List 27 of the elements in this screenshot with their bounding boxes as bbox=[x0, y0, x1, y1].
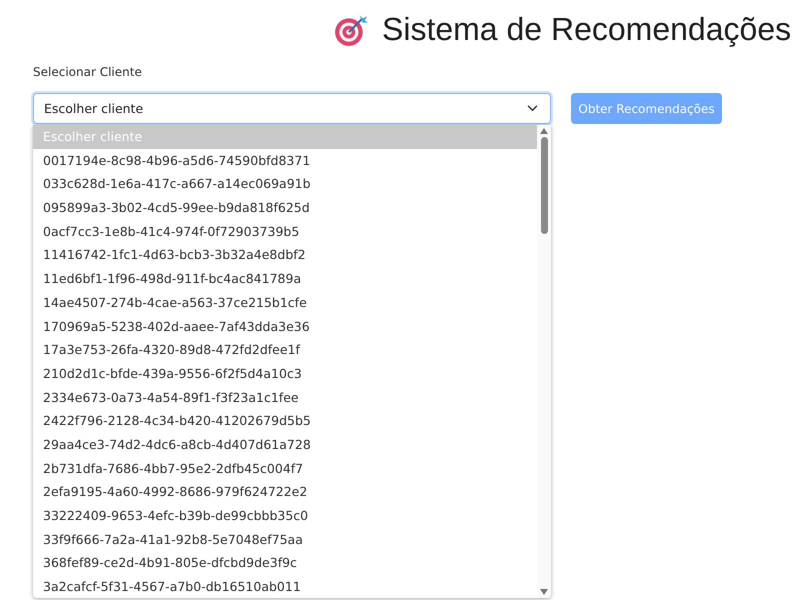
field-label: Selecionar Cliente bbox=[33, 65, 143, 81]
dropdown-option[interactable]: 17a3e753-26fa-4320-89d8-472fd2dfee1f bbox=[33, 338, 537, 362]
dropdown-option[interactable]: 3a2cafcf-5f31-4567-a7b0-db16510ab011 bbox=[33, 575, 537, 598]
dropdown-option[interactable]: 095899a3-3b02-4cd5-99ee-b9da818f625d bbox=[33, 196, 537, 220]
dropdown-option[interactable]: 14ae4507-274b-4cae-a563-37ce215b1cfe bbox=[33, 290, 537, 314]
scrollbar[interactable] bbox=[537, 125, 551, 598]
dropdown-option[interactable]: 368fef89-ce2d-4b91-805e-dfcbd9de3f9c bbox=[33, 551, 537, 576]
client-select[interactable]: Escolher cliente bbox=[33, 93, 551, 124]
dropdown-option[interactable]: 33f9f666-7a2a-41a1-92b8-5e7048ef75aa bbox=[33, 528, 537, 552]
page-title: Sistema de Recomendações bbox=[382, 11, 792, 48]
dropdown-option[interactable]: 2b731dfa-7686-4bb7-95e2-2dfb45c004f7 bbox=[33, 456, 537, 480]
dropdown-option[interactable]: 2422f796-2128-4c34-b420-41202679d5b5 bbox=[33, 409, 537, 433]
dropdown-option[interactable]: 33222409-9653-4efc-b39b-de99cbbb35c0 bbox=[33, 504, 537, 528]
dropdown-option[interactable]: 0017194e-8c98-4b96-a5d6-74590bfd8371 bbox=[33, 148, 537, 172]
dropdown-option[interactable]: 11ed6bf1-1f96-498d-911f-bc4ac841789a bbox=[33, 267, 537, 291]
dropdown-option[interactable]: 210d2d1c-bfde-439a-9556-6f2f5d4a10c3 bbox=[33, 362, 537, 386]
dropdown-option[interactable]: 2334e673-0a73-4a54-89f1-f3f23a1c1fee bbox=[33, 386, 537, 410]
dropdown-option[interactable]: 2efa9195-4a60-4992-8686-979f624722e2 bbox=[33, 480, 537, 504]
dropdown-option[interactable]: 0acf7cc3-1e8b-41c4-974f-0f72903739b5 bbox=[33, 220, 537, 244]
scrollbar-thumb[interactable] bbox=[540, 137, 548, 234]
dropdown-option[interactable]: 29aa4ce3-74d2-4dc6-a8cb-4d407d61a728 bbox=[33, 432, 537, 457]
dropdown-option[interactable]: 033c628d-1e6a-417c-a667-a14ec069a91b bbox=[33, 172, 537, 196]
scroll-up-icon bbox=[540, 128, 548, 134]
chevron-icon bbox=[527, 105, 538, 112]
scroll-down-icon bbox=[540, 589, 548, 595]
dropdown-option[interactable]: 11416742-1fc1-4d63-bcb3-3b32a4e8dbf2 bbox=[33, 243, 537, 268]
dropdown-option[interactable]: 170969a5-5238-402d-aaee-7af43dda3e36 bbox=[33, 314, 537, 338]
